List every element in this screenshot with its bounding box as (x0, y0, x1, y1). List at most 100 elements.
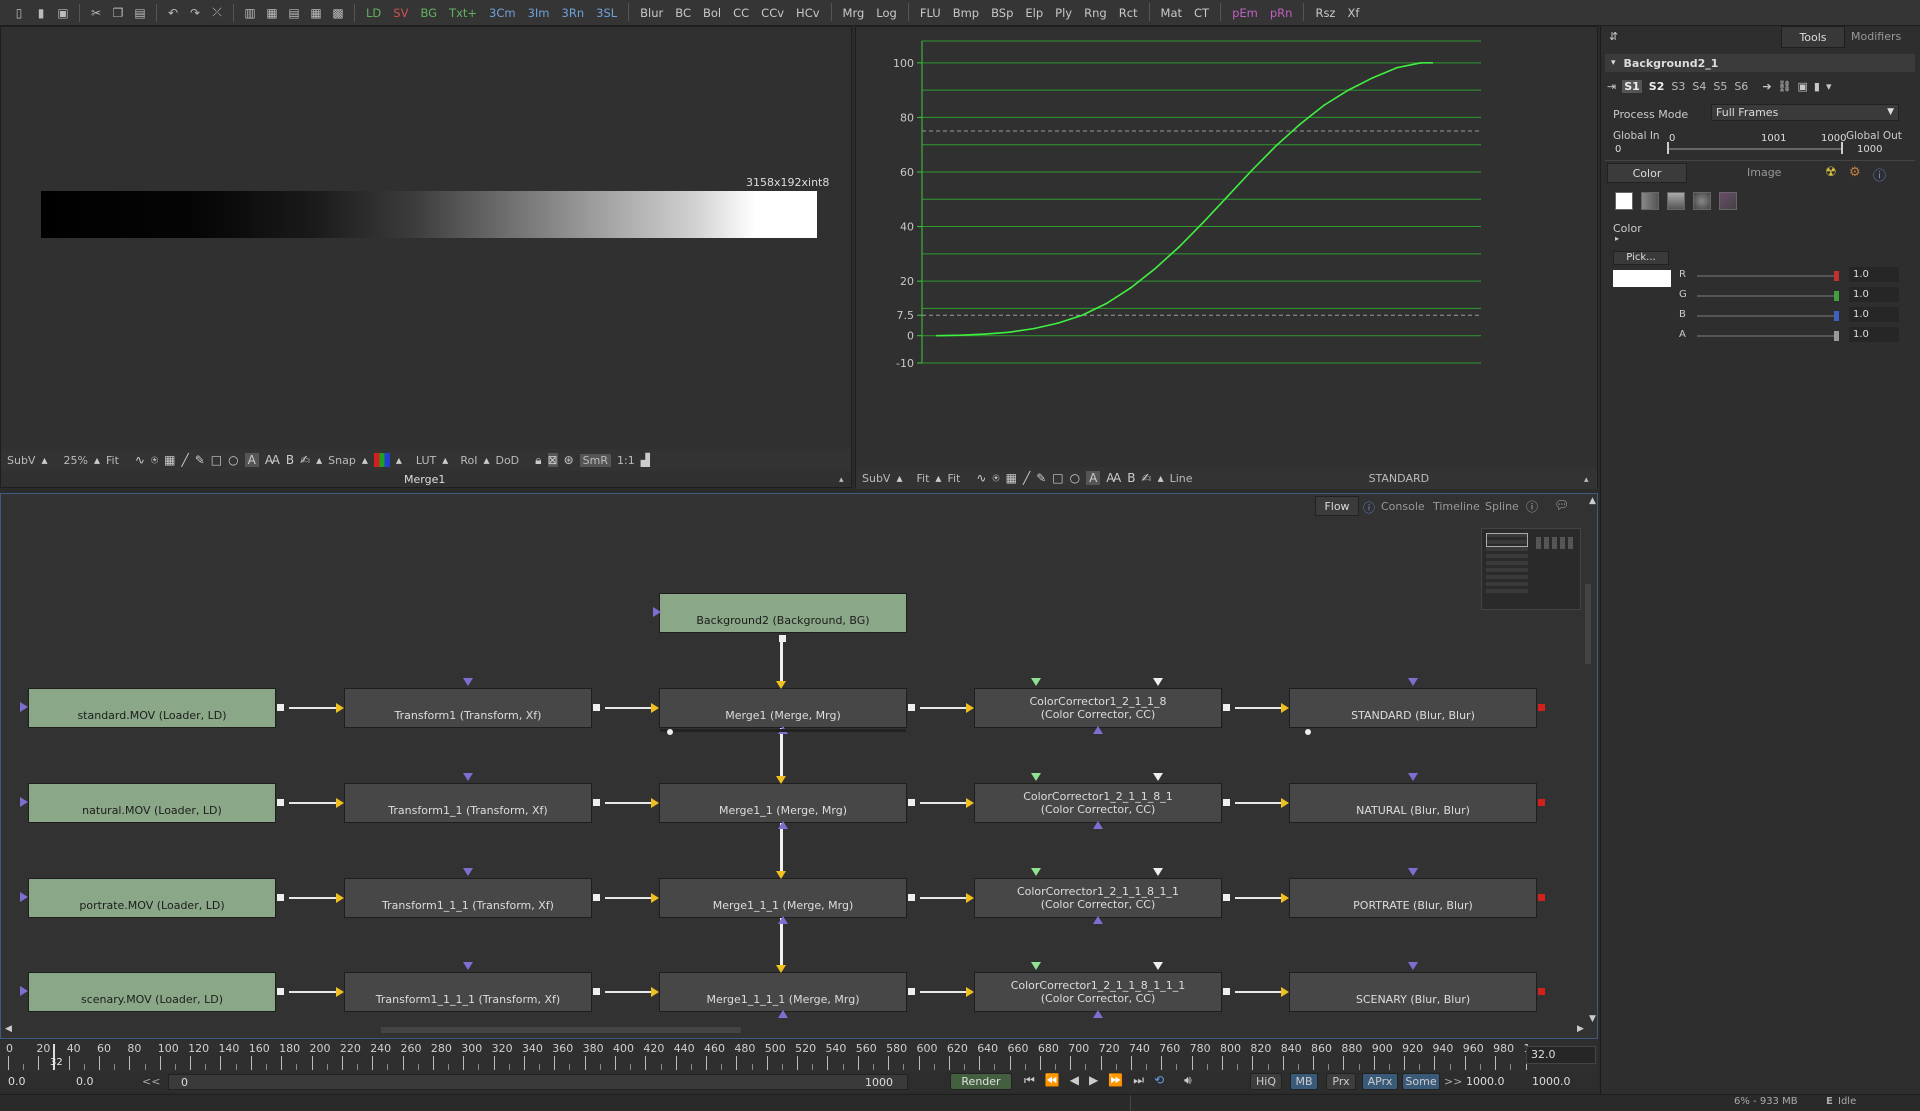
horizontal-gradient-swatch[interactable] (1641, 192, 1659, 210)
node-output[interactable] (593, 894, 600, 901)
ellipse-icon[interactable]: ○ (228, 453, 238, 467)
dropdown-icon[interactable]: ▴ (94, 453, 100, 467)
effect-mask-input[interactable] (1031, 773, 1041, 781)
grid-icon[interactable]: ▦ (164, 453, 175, 467)
tool-button-rct[interactable]: Rct (1113, 3, 1144, 23)
dropdown-icon[interactable]: ▴ (396, 453, 402, 467)
node-output[interactable] (277, 799, 284, 806)
display-icon[interactable]: ▮ (1814, 80, 1820, 93)
horizontal-scrollbar[interactable] (381, 1027, 741, 1033)
effect-mask-input[interactable] (1031, 868, 1041, 876)
node-transform[interactable]: Transform1_1_1 (Transform, Xf) (344, 878, 592, 918)
tab-modifiers[interactable]: Modifiers (1851, 30, 1901, 43)
dropdown-icon[interactable]: ▴ (442, 453, 448, 467)
node-output[interactable] (908, 988, 915, 995)
node-output-red[interactable] (1538, 988, 1545, 995)
global-end-field[interactable]: 1000.0 (1532, 1075, 1571, 1088)
tool-button-3im[interactable]: 3Im (522, 3, 556, 23)
tool-button-elp[interactable]: Elp (1019, 3, 1049, 23)
node-output[interactable] (277, 988, 284, 995)
tool-button-pem[interactable]: pEm (1226, 3, 1264, 23)
global-range-slider[interactable] (1667, 148, 1843, 150)
hiq-button[interactable]: HiQ (1250, 1073, 1282, 1090)
picker-icon[interactable]: ✎ (1036, 471, 1046, 485)
node-blur[interactable]: STANDARD (Blur, Blur) (1289, 688, 1537, 728)
tool-button-ccv[interactable]: CCv (755, 3, 790, 23)
node-input[interactable] (20, 986, 28, 996)
layout-quad-icon[interactable]: ▦ (308, 5, 324, 21)
global-out-value[interactable]: 1000 (1857, 144, 1882, 155)
dropdown-icon[interactable]: ▴ (483, 453, 489, 467)
lut-button[interactable]: LUT (416, 454, 436, 467)
zoom-value[interactable]: 25% (64, 454, 88, 467)
node-input[interactable] (20, 892, 28, 902)
tool-button-txt[interactable]: Txt+ (443, 3, 483, 23)
mask-input[interactable] (1408, 773, 1418, 781)
radial-gradient-swatch[interactable] (1693, 192, 1711, 210)
save-icon[interactable]: ▣ (55, 5, 71, 21)
normalize-icon[interactable]: ⊛ (564, 453, 574, 467)
tool-button-mat[interactable]: Mat (1155, 3, 1188, 23)
jump-end-button[interactable]: >> (1444, 1075, 1462, 1088)
rect-icon[interactable]: □ (1052, 471, 1063, 485)
range-out-handle[interactable] (1841, 142, 1843, 154)
play-reverse-icon[interactable]: ◀ (1070, 1073, 1079, 1088)
node-output-red[interactable] (1538, 894, 1545, 901)
mask-input[interactable] (463, 773, 473, 781)
prx-button[interactable]: Prx (1326, 1073, 1356, 1090)
node-output[interactable] (1223, 894, 1230, 901)
curve-icon[interactable]: ∿ (135, 453, 145, 467)
tool-button-3cm[interactable]: 3Cm (483, 3, 522, 23)
snap-button[interactable]: Snap (328, 454, 356, 467)
checker-icon[interactable]: ⊠ (547, 453, 558, 467)
gear-icon[interactable]: ⚙ (1849, 165, 1861, 180)
channel-handle-b[interactable] (1834, 311, 1839, 321)
rect-icon[interactable]: □ (211, 453, 222, 467)
global-start-field[interactable]: 0.0 (76, 1075, 94, 1088)
tool-button-blur[interactable]: Blur (634, 3, 669, 23)
node-loader[interactable]: natural.MOV (Loader, LD) (28, 783, 276, 823)
jump-start-button[interactable]: << (142, 1075, 160, 1088)
slot-s6[interactable]: S6 (1734, 80, 1748, 93)
subtab-image[interactable]: Image (1747, 166, 1781, 179)
tool-button-cc[interactable]: CC (727, 3, 755, 23)
channel-slider-r[interactable] (1697, 275, 1837, 277)
solid-color-swatch[interactable] (1615, 192, 1633, 210)
redo-icon[interactable]: ↷ (187, 5, 203, 21)
time-ruler[interactable]: 0 20 40 60 80 100 120 140 160 180 200 220 240 260 280 3… (0, 1040, 1598, 1072)
pick-button[interactable]: Pick... (1613, 251, 1669, 265)
node-merge[interactable]: Merge1_1 (Merge, Mrg) (659, 783, 907, 823)
panel-scroll-icon[interactable]: ⇵ (1609, 30, 1618, 43)
tool-button-prn[interactable]: pRn (1264, 3, 1299, 23)
node-color-corrector[interactable]: ColorCorrector1_2_1_1_8 (Color Corrector,… (974, 688, 1222, 728)
cc-mask-input[interactable] (1093, 1010, 1103, 1018)
info-icon[interactable]: ⓘ (1526, 498, 1538, 515)
pin-icon[interactable]: ⇥ (1607, 80, 1616, 93)
disabled-tool-icon[interactable]: ⤫ (209, 5, 225, 21)
node-loader[interactable]: portrate.MOV (Loader, LD) (28, 878, 276, 918)
node-output[interactable] (908, 894, 915, 901)
subview-button[interactable]: SubV (862, 472, 890, 485)
loop-icon[interactable]: ⟲ (1154, 1073, 1164, 1088)
expand-icon[interactable]: ▴ (839, 475, 844, 485)
node-output[interactable] (593, 988, 600, 995)
mask-input[interactable] (463, 678, 473, 686)
cc-mask-input[interactable] (1093, 916, 1103, 924)
copy-icon[interactable]: ❐ (110, 5, 126, 21)
subtab-color[interactable]: Color (1607, 163, 1687, 183)
channel-slider-b[interactable] (1697, 315, 1837, 317)
node-merge[interactable]: Merge1_1_1_1 (Merge, Mrg) (659, 972, 907, 1012)
range-in-handle[interactable] (1667, 142, 1669, 154)
right-viewer[interactable]: 100 80 60 40 20 7.5 0 -10 SubV ▴ Fit ▴ Fit ∿ ⍟ ▦ … (855, 26, 1598, 489)
tool-button-rng[interactable]: Rng (1078, 3, 1113, 23)
channel-handle-g[interactable] (1834, 291, 1839, 301)
tool-button-bsp[interactable]: BSp (985, 3, 1019, 23)
vertical-scrollbar[interactable] (1585, 584, 1591, 664)
merge-mask-input[interactable] (778, 821, 788, 829)
scroll-down-icon[interactable]: ▼ (1589, 1014, 1596, 1024)
dropdown-icon[interactable]: ▴ (41, 453, 47, 467)
fit-button-2[interactable]: Fit (947, 472, 960, 485)
paint-icon[interactable]: ╱ (1023, 471, 1030, 485)
tool-button-hcv[interactable]: HCv (790, 3, 825, 23)
expand-icon[interactable]: ▴ (1584, 475, 1589, 485)
